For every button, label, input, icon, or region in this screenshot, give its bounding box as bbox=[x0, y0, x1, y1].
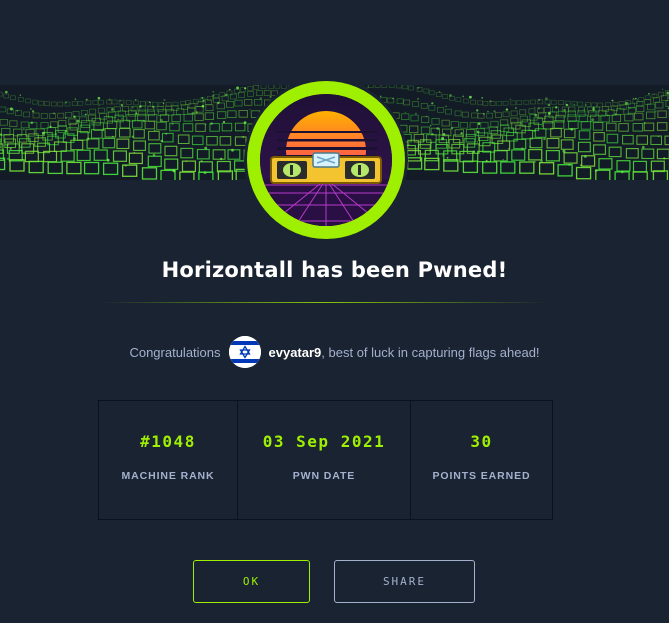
points-earned-label: POINTS EARNED bbox=[432, 470, 531, 482]
horizontall-logo-icon bbox=[260, 94, 392, 226]
stats-panel: #1048 MACHINE RANK 03 Sep 2021 PWN DATE … bbox=[98, 400, 553, 520]
dialog-title: Horizontall has been Pwned! bbox=[161, 258, 508, 282]
machine-rank-label: MACHINE RANK bbox=[121, 470, 215, 482]
congrats-suffix: , best of luck in capturing flags ahead! bbox=[321, 344, 540, 360]
stat-machine-rank: #1048 MACHINE RANK bbox=[99, 401, 238, 519]
congratulations-line: Congratulations evyatar9 , best of luck … bbox=[0, 336, 669, 368]
user-avatar-flag-icon[interactable] bbox=[228, 336, 261, 368]
pwn-date-value: 03 Sep 2021 bbox=[262, 432, 386, 451]
machine-rank-value: #1048 bbox=[140, 432, 196, 451]
machine-badge bbox=[247, 81, 405, 239]
pwn-date-label: PWN DATE bbox=[292, 470, 356, 482]
ok-button[interactable]: OK bbox=[193, 560, 310, 603]
username-link[interactable]: evyatar9 bbox=[269, 345, 322, 360]
stat-points-earned: 30 POINTS EARNED bbox=[411, 401, 552, 519]
points-earned-value: 30 bbox=[470, 432, 493, 451]
title-divider bbox=[100, 302, 548, 303]
stat-pwn-date: 03 Sep 2021 PWN DATE bbox=[238, 401, 411, 519]
israel-flag-icon bbox=[228, 336, 261, 368]
share-button[interactable]: SHARE bbox=[334, 560, 475, 603]
congrats-prefix: Congratulations bbox=[129, 344, 221, 360]
